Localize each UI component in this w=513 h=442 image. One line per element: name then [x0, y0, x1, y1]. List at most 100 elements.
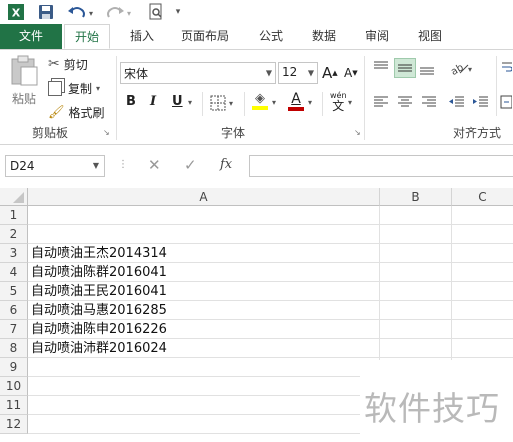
merge-icon: [500, 95, 512, 109]
cell-a8[interactable]: 自动喷油沛群2016024: [31, 339, 167, 358]
paste-button[interactable]: 粘贴: [6, 54, 42, 114]
tab-formulas[interactable]: 公式: [250, 24, 292, 49]
row-header[interactable]: 10: [0, 377, 28, 396]
fill-color-button[interactable]: ◈: [252, 92, 268, 110]
row-header[interactable]: 8: [0, 339, 28, 358]
chevron-down-icon: ▼: [307, 68, 314, 78]
text-orientation-icon: ab ▾: [449, 62, 472, 76]
phonetic-dropdown-icon[interactable]: ▾: [348, 98, 352, 107]
cut-button[interactable]: ✂ 剪切: [48, 54, 88, 74]
grid-row[interactable]: 自动喷油沛群2016024: [28, 339, 513, 358]
ribbon-tabs: 文件 开始 插入 页面布局 公式 数据 审阅 视图: [0, 24, 513, 50]
watermark-text: 软件技巧: [364, 389, 500, 428]
svg-text:▾: ▾: [127, 9, 131, 18]
redo-icon[interactable]: ▾: [104, 3, 134, 21]
ribbon-home: 粘贴 ✂ 剪切 复制 ▾ 🖌 格式刷 剪贴板 ↘ 宋体 ▼ 12 ▼ A ▲ A ▼…: [0, 50, 513, 145]
row-header[interactable]: 3: [0, 244, 28, 263]
orientation-button[interactable]: ab ▾: [448, 60, 474, 76]
font-color-button[interactable]: A: [288, 92, 304, 111]
grow-font-button[interactable]: A ▲: [322, 64, 338, 82]
font-launcher-icon[interactable]: ↘: [354, 128, 361, 137]
italic-button[interactable]: I: [150, 94, 156, 109]
tab-data[interactable]: 数据: [303, 24, 345, 49]
column-header-c[interactable]: C: [452, 188, 513, 206]
row-header[interactable]: 9: [0, 358, 28, 377]
clipboard-group-label: 剪贴板: [32, 126, 69, 140]
align-left-button[interactable]: [372, 94, 390, 110]
align-center-button[interactable]: [396, 94, 414, 110]
copy-icon: [48, 80, 62, 96]
undo-icon[interactable]: ▾: [66, 3, 96, 21]
decrease-indent-button[interactable]: [448, 94, 466, 110]
grid-row[interactable]: 自动喷油马惠2016285: [28, 301, 513, 320]
customize-icon[interactable]: ▾: [172, 3, 184, 21]
tab-insert[interactable]: 插入: [122, 24, 162, 49]
name-box[interactable]: D24 ▼: [5, 155, 105, 177]
fill-color-dropdown-icon[interactable]: ▾: [272, 98, 276, 107]
grid-row[interactable]: 自动喷油王民2016041: [28, 282, 513, 301]
cell-a3[interactable]: 自动喷油王杰2014314: [31, 244, 167, 263]
row-header[interactable]: 6: [0, 301, 28, 320]
cell-a6[interactable]: 自动喷油马惠2016285: [31, 301, 167, 320]
column-header-b[interactable]: B: [380, 188, 452, 206]
print-preview-icon[interactable]: [146, 3, 166, 21]
row-header[interactable]: 11: [0, 396, 28, 415]
tab-review[interactable]: 审阅: [356, 24, 398, 49]
font-size-dropdown[interactable]: 12 ▼: [278, 62, 318, 84]
bold-button[interactable]: B: [126, 94, 136, 109]
select-all-button[interactable]: [0, 188, 28, 206]
row-header[interactable]: 2: [0, 225, 28, 244]
increase-indent-icon: [473, 96, 488, 107]
formula-input[interactable]: [249, 155, 513, 177]
copy-button[interactable]: 复制 ▾: [48, 78, 100, 98]
font-name-value: 宋体: [124, 67, 149, 81]
alignment-separator: [496, 56, 497, 116]
align-right-button[interactable]: [420, 94, 438, 110]
insert-function-button[interactable]: fx: [220, 157, 232, 172]
row-header[interactable]: 4: [0, 263, 28, 282]
grid-row[interactable]: 自动喷油陈申2016226: [28, 320, 513, 339]
underline-dropdown-icon[interactable]: ▾: [188, 98, 192, 107]
middle-align-button[interactable]: [394, 58, 416, 78]
cell-a7[interactable]: 自动喷油陈申2016226: [31, 320, 167, 339]
font-color-dropdown-icon[interactable]: ▾: [308, 98, 312, 107]
tab-view[interactable]: 视图: [409, 24, 451, 49]
chevron-down-icon: ▼: [265, 68, 272, 78]
confirm-entry-icon[interactable]: ✓: [184, 156, 197, 174]
font-separator: [202, 92, 203, 116]
copy-dropdown-icon[interactable]: ▾: [96, 84, 100, 93]
font-group-label: 字体: [221, 126, 246, 140]
borders-button[interactable]: ▾: [210, 95, 233, 111]
grid-row[interactable]: [28, 206, 513, 225]
underline-button[interactable]: U: [172, 94, 183, 109]
row-header[interactable]: 5: [0, 282, 28, 301]
tab-page-layout[interactable]: 页面布局: [172, 24, 238, 49]
bottom-align-button[interactable]: [418, 60, 436, 76]
clipboard-launcher-icon[interactable]: ↘: [103, 128, 110, 137]
grip-icon[interactable]: ⋮: [118, 159, 128, 170]
shrink-font-button[interactable]: A ▼: [344, 66, 358, 80]
phonetic-guide-button[interactable]: wén 文: [330, 90, 347, 112]
save-icon[interactable]: [36, 3, 56, 21]
font-color-icon: A: [291, 91, 301, 107]
row-header[interactable]: 12: [0, 415, 28, 434]
grid-row[interactable]: 自动喷油王杰2014314: [28, 244, 513, 263]
top-align-button[interactable]: [372, 60, 390, 76]
column-header-a[interactable]: A: [28, 188, 380, 206]
tab-file[interactable]: 文件: [0, 24, 62, 49]
merge-center-button[interactable]: [500, 94, 512, 110]
grid-row[interactable]: 自动喷油陈群2016041: [28, 263, 513, 282]
grid-row[interactable]: [28, 225, 513, 244]
row-header[interactable]: 1: [0, 206, 28, 225]
align-top-icon: [374, 61, 388, 69]
borders-icon: [210, 95, 226, 111]
row-header[interactable]: 7: [0, 320, 28, 339]
format-painter-button[interactable]: 🖌 格式刷: [48, 102, 105, 122]
cell-a4[interactable]: 自动喷油陈群2016041: [31, 263, 167, 282]
wrap-text-button[interactable]: [500, 60, 512, 76]
increase-indent-button[interactable]: [472, 94, 490, 110]
cell-a5[interactable]: 自动喷油王民2016041: [31, 282, 167, 301]
cancel-entry-icon[interactable]: ✕: [148, 156, 161, 174]
font-name-dropdown[interactable]: 宋体 ▼: [120, 62, 276, 84]
tab-home[interactable]: 开始: [64, 24, 110, 49]
